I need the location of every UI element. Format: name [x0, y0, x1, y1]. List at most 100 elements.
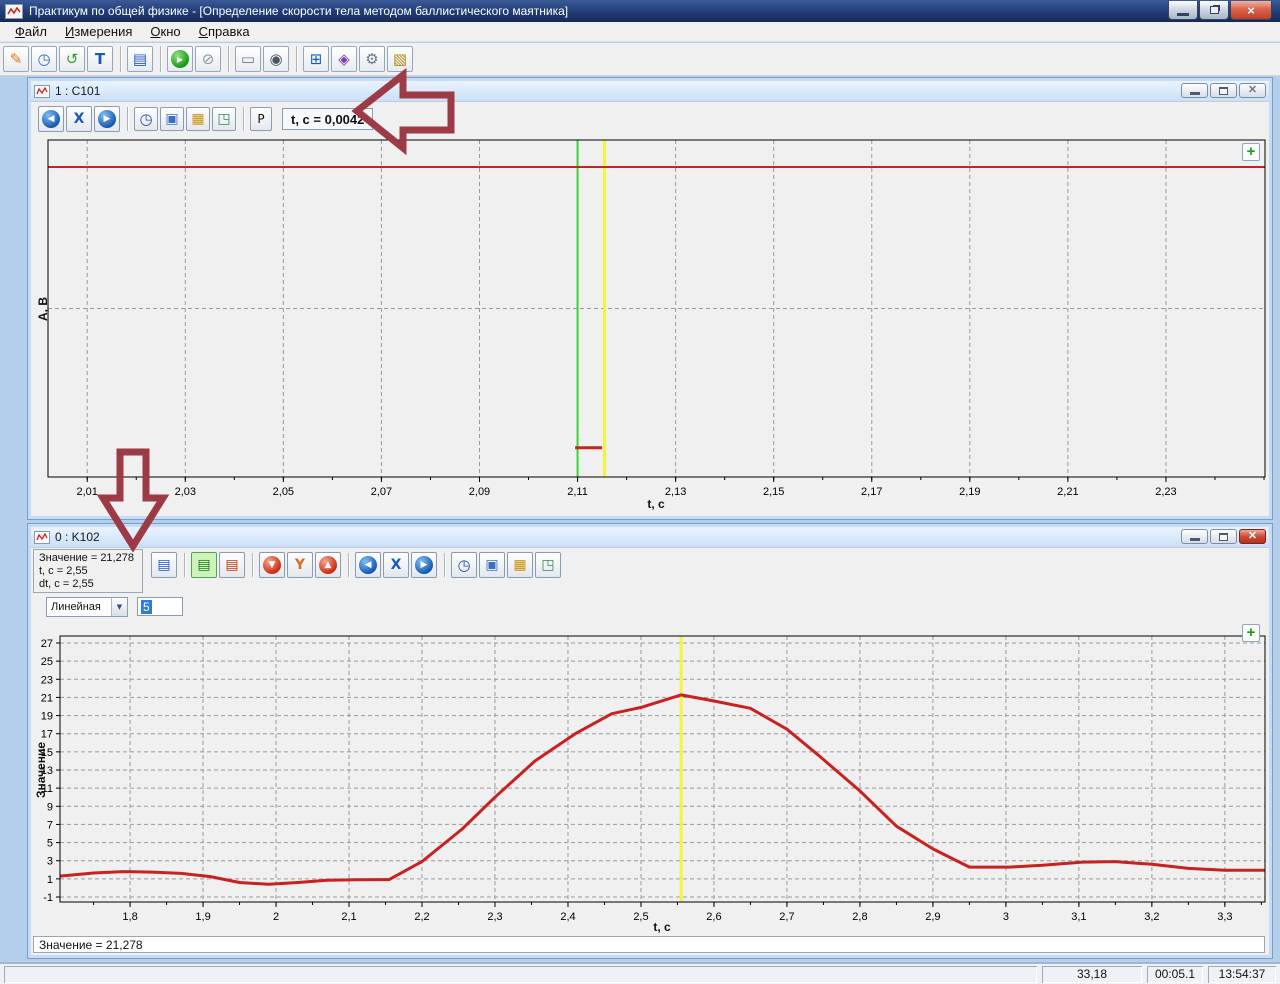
menu-item-file[interactable]: Файл: [6, 22, 56, 41]
chart-zoom-icon: ◳: [217, 111, 230, 127]
stop-button[interactable]: ⊘: [195, 46, 221, 72]
t-square-button[interactable]: T: [87, 46, 113, 72]
y-tick-label: -1: [43, 892, 53, 904]
minimize-icon: [1177, 13, 1189, 16]
k102-maximize-button[interactable]: [1210, 529, 1237, 544]
options-list-button[interactable]: ▤: [127, 46, 153, 72]
window-controls: ×: [1167, 1, 1272, 20]
x-tick-label: 1,9: [195, 911, 210, 923]
delete-interval-button[interactable]: X: [66, 106, 92, 132]
points-input-value: 5: [141, 600, 152, 614]
x-tick-label: 2,5: [633, 911, 648, 923]
menu-item-measurements[interactable]: Измерения: [56, 22, 141, 41]
k102-title-bar[interactable]: 0 : K102 ✕: [31, 527, 1269, 548]
points-input[interactable]: 5: [137, 597, 183, 616]
next-interval-button[interactable]: ▶: [94, 106, 120, 132]
x-tick-label: 2,4: [560, 911, 575, 923]
close-icon: ×: [1247, 4, 1255, 17]
k102-add-button[interactable]: +: [1242, 624, 1260, 642]
c101-title-bar[interactable]: 1 : C101 ✕: [31, 81, 1269, 102]
table-icon: ▦: [513, 557, 526, 573]
x-tick-label: 2,6: [706, 911, 721, 923]
copy-table-button[interactable]: ▦: [186, 107, 210, 131]
y-tick-label: 7: [47, 819, 53, 831]
clock-button[interactable]: ◷: [31, 46, 57, 72]
table-view-green-button[interactable]: ▤: [191, 552, 217, 578]
restore-icon: [1210, 6, 1219, 14]
y-tick-label: 19: [41, 711, 53, 723]
scale-select-value: Линейная: [47, 601, 111, 613]
play-button[interactable]: ▶: [167, 46, 193, 72]
mdi-area: 1 : C101 ✕ ◀ X ▶ ◷ ▣ ▦ ◳ P t, c = 0,0042: [0, 76, 1280, 962]
x-tick-label: 2,3: [487, 911, 502, 923]
scale-select[interactable]: Линейная ▼: [46, 597, 128, 617]
toolbar-separator: [296, 46, 298, 72]
save-image-button[interactable]: ▣: [479, 552, 505, 578]
package-button[interactable]: ◈: [331, 46, 357, 72]
menu-item-window[interactable]: Окно: [141, 22, 189, 41]
panel-button[interactable]: ▭: [235, 46, 261, 72]
prev-interval-button[interactable]: ◀: [355, 552, 381, 578]
chart-zoom-button[interactable]: ◳: [535, 552, 561, 578]
c101-maximize-button[interactable]: [1210, 83, 1237, 98]
x-tick-label: 2,2: [414, 911, 429, 923]
copy-table-button[interactable]: ▦: [507, 552, 533, 578]
k102-minimize-button[interactable]: [1181, 529, 1208, 544]
panel-icon: ▭: [241, 50, 255, 68]
camera-button[interactable]: ◉: [263, 46, 289, 72]
delete-interval-button[interactable]: X: [383, 552, 409, 578]
k102-toolbar: ▤ ▤ ▤ ▼ Y ▲ ◀ X ▶ ◷ ▣ ▦ ◳: [151, 551, 563, 579]
c101-close-button[interactable]: ✕: [1239, 83, 1266, 98]
chart-zoom-button[interactable]: ◳: [212, 107, 236, 131]
toolbar-separator: [127, 107, 129, 131]
save-image-button[interactable]: ▣: [160, 107, 184, 131]
toolbar-separator: [348, 553, 350, 577]
chevron-down-icon[interactable]: ▼: [111, 598, 127, 616]
c101-add-button[interactable]: +: [1242, 143, 1260, 161]
chart-c101[interactable]: 2,012,032,052,072,092,112,132,152,172,19…: [33, 136, 1269, 512]
x-tick-label: 2,11: [567, 486, 588, 498]
stopwatch-button[interactable]: ◷: [134, 107, 158, 131]
status-clock-panel: 13:54:37: [1208, 966, 1276, 983]
c101-minimize-button[interactable]: [1181, 83, 1208, 98]
tree-button[interactable]: ⊞: [303, 46, 329, 72]
k102-close-button[interactable]: ✕: [1239, 529, 1266, 544]
readout-time: t, c = 2,55: [39, 565, 137, 578]
options-list-icon: ▤: [133, 50, 147, 68]
x-tick-label: 2,9: [925, 911, 940, 923]
x-icon: X: [74, 111, 85, 127]
play-icon: ▶: [171, 50, 189, 68]
options-list-button[interactable]: ▤: [151, 552, 177, 578]
close-button[interactable]: ×: [1230, 1, 1272, 20]
next-interval-button[interactable]: ▶: [411, 552, 437, 578]
prev-interval-button[interactable]: ◀: [38, 106, 64, 132]
table-view-red-button[interactable]: ▤: [219, 552, 245, 578]
scale-up-button[interactable]: ▲: [315, 552, 341, 578]
help-book-button[interactable]: ▧: [387, 46, 413, 72]
red-table-icon: ▤: [225, 557, 238, 573]
x-tick-label: 2,03: [175, 486, 196, 498]
scale-down-button[interactable]: ▼: [259, 552, 285, 578]
undo-export-button[interactable]: ↺: [59, 46, 85, 72]
minimize-button[interactable]: [1168, 1, 1198, 20]
menu-item-help[interactable]: Справка: [190, 22, 259, 41]
y-icon: Y: [295, 557, 305, 573]
clock-icon: ◷: [37, 50, 50, 68]
edit-pencil-button[interactable]: ✎: [3, 46, 29, 72]
stop-icon: ⊘: [202, 50, 215, 68]
table-icon: ▦: [191, 111, 204, 127]
p-button[interactable]: P: [250, 107, 272, 131]
chart-k102[interactable]: 1,81,922,12,22,32,42,52,62,72,82,933,13,…: [33, 617, 1269, 935]
toolbar-separator: [228, 46, 230, 72]
k102-x-axis-label: t, c: [653, 920, 670, 934]
y-axis-button[interactable]: Y: [287, 552, 313, 578]
restore-button[interactable]: [1199, 1, 1229, 20]
status-message-panel: [4, 966, 1037, 983]
gear-button[interactable]: ⚙: [359, 46, 385, 72]
stopwatch-icon: ◷: [457, 556, 470, 574]
main-toolbar: ✎ ◷ ↺T ▤ ▶ ⊘ ▭ ◉ ⊞◈⚙▧: [0, 43, 1280, 76]
stopwatch-button[interactable]: ◷: [451, 552, 477, 578]
edit-pencil-icon: ✎: [10, 50, 23, 68]
toolbar-separator: [160, 46, 162, 72]
x-tick-label: 2,7: [779, 911, 794, 923]
